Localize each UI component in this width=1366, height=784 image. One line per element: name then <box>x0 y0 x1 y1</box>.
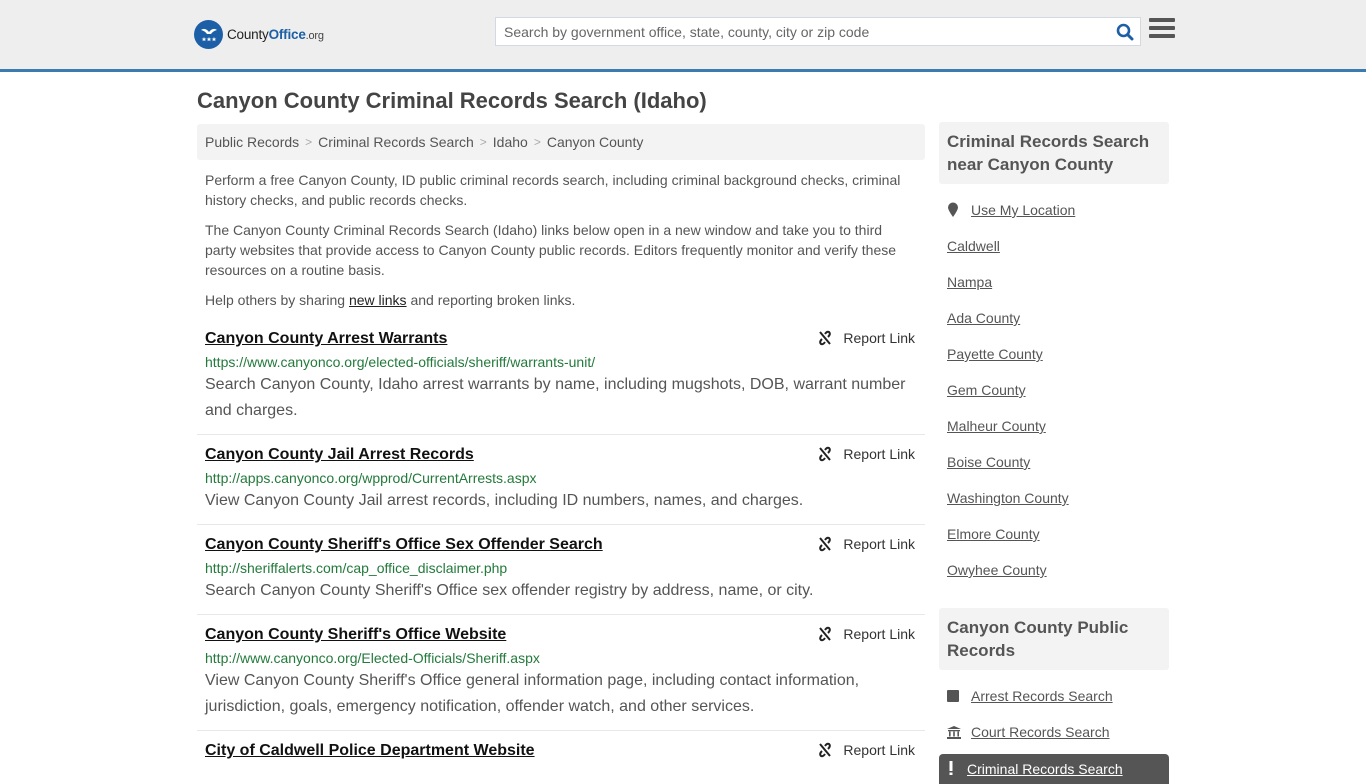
result-title-link[interactable]: Canyon County Sheriff's Office Website <box>205 624 506 646</box>
report-link-button[interactable]: Report Link <box>817 330 915 346</box>
nearby-link-elmore-county[interactable]: Elmore County <box>947 526 1040 542</box>
intro-text: Perform a free Canyon County, ID public … <box>197 170 925 310</box>
result-description: Search Canyon County Sheriff's Office se… <box>205 582 814 599</box>
nearby-item: Gem County <box>947 372 1161 408</box>
arrest-records-search-link[interactable]: Arrest Records Search <box>971 688 1113 704</box>
site-header: CountyOffice.org <box>0 0 1366 72</box>
square-icon <box>947 690 963 702</box>
nearby-link-ada-county[interactable]: Ada County <box>947 310 1020 326</box>
result-title-link[interactable]: Canyon County Arrest Warrants <box>205 328 447 350</box>
result-url: http://sheriffalerts.com/cap_office_disc… <box>205 560 508 576</box>
court-records-search-link[interactable]: Court Records Search <box>971 724 1110 740</box>
nearby-item: Nampa <box>947 264 1161 300</box>
result-title-link[interactable]: Canyon County Sheriff's Office Sex Offen… <box>205 534 603 556</box>
courthouse-icon <box>947 725 963 739</box>
broken-link-icon <box>819 626 832 642</box>
result-url: https://www.canyonco.org/elected-officia… <box>205 354 596 370</box>
nearby-item: Caldwell <box>947 228 1161 264</box>
breadcrumb: Public Records > Criminal Records Search… <box>197 124 925 160</box>
criminal-records-search-active-item[interactable]: Criminal Records Search <box>939 754 1169 784</box>
report-link-button[interactable]: Report Link <box>817 742 915 758</box>
hamburger-menu-icon[interactable] <box>1149 18 1175 42</box>
nearby-link-caldwell[interactable]: Caldwell <box>947 238 1000 254</box>
criminal-records-search-link[interactable]: Criminal Records Search <box>967 761 1123 777</box>
nearby-item: Owyhee County <box>947 552 1161 588</box>
nearby-link-payette-county[interactable]: Payette County <box>947 346 1043 362</box>
nearby-heading: Criminal Records Search near Canyon Coun… <box>939 122 1169 184</box>
nearby-link-owyhee-county[interactable]: Owyhee County <box>947 562 1047 578</box>
result-item: Canyon County Jail Arrest Records Report… <box>197 444 925 525</box>
intro-paragraph-3: Help others by sharing new links and rep… <box>205 292 576 308</box>
nearby-link-washington-county[interactable]: Washington County <box>947 490 1069 506</box>
page-title: Canyon County Criminal Records Search (I… <box>197 88 707 113</box>
search-button[interactable] <box>1110 18 1140 45</box>
result-title-link[interactable]: City of Caldwell Police Department Websi… <box>205 740 535 762</box>
nearby-link-malheur-county[interactable]: Malheur County <box>947 418 1046 434</box>
intro-paragraph-1: Perform a free Canyon County, ID public … <box>205 172 901 208</box>
breadcrumb-canyon-county[interactable]: Canyon County <box>547 134 644 150</box>
report-link-button[interactable]: Report Link <box>817 626 915 642</box>
nearby-link-nampa[interactable]: Nampa <box>947 274 992 290</box>
result-url: http://apps.canyonco.org/wpprod/CurrentA… <box>205 470 537 486</box>
public-record-item: Court Records Search <box>947 714 1161 750</box>
result-item: Canyon County Sheriff's Office Sex Offen… <box>197 534 925 615</box>
breadcrumb-separator: > <box>305 135 313 149</box>
intro-paragraph-2: The Canyon County Criminal Records Searc… <box>205 222 897 278</box>
map-pin-icon <box>947 202 963 218</box>
nearby-list: Use My Location Caldwell Nampa Ada Count… <box>939 184 1169 588</box>
broken-link-icon <box>819 536 832 552</box>
public-records-heading: Canyon County Public Records <box>939 608 1169 670</box>
search-icon <box>1116 23 1134 40</box>
nearby-link-gem-county[interactable]: Gem County <box>947 382 1026 398</box>
result-item: Canyon County Sheriff's Office Website R… <box>197 624 925 731</box>
sidebar: Criminal Records Search near Canyon Coun… <box>939 122 1169 784</box>
nearby-link-boise-county[interactable]: Boise County <box>947 454 1030 470</box>
public-records-list: Arrest Records Search Court Records Sear… <box>939 670 1169 750</box>
nearby-item: Payette County <box>947 336 1161 372</box>
new-links-link[interactable]: new links <box>349 292 407 308</box>
result-description: View Canyon County Jail arrest records, … <box>205 492 804 509</box>
breadcrumb-idaho[interactable]: Idaho <box>493 134 528 150</box>
nearby-item: Ada County <box>947 300 1161 336</box>
result-description: View Canyon County Sheriff's Office gene… <box>205 672 860 715</box>
results-list: Canyon County Arrest Warrants Report Lin… <box>197 328 925 772</box>
logo-text: CountyOffice.org <box>227 27 324 42</box>
nearby-item: Elmore County <box>947 516 1161 552</box>
use-my-location-link[interactable]: Use My Location <box>971 202 1075 218</box>
main-content: Public Records > Criminal Records Search… <box>197 124 925 781</box>
nearby-item: Malheur County <box>947 408 1161 444</box>
use-my-location-item: Use My Location <box>947 192 1161 228</box>
result-description: Search Canyon County, Idaho arrest warra… <box>205 376 906 419</box>
report-link-button[interactable]: Report Link <box>817 536 915 552</box>
site-logo[interactable]: CountyOffice.org <box>194 20 324 49</box>
breadcrumb-separator: > <box>479 135 487 149</box>
result-url: http://www.canyonco.org/Elected-Official… <box>205 650 540 666</box>
broken-link-icon <box>819 330 832 346</box>
result-item: City of Caldwell Police Department Websi… <box>197 740 925 772</box>
public-record-item: Arrest Records Search <box>947 678 1161 714</box>
breadcrumb-public-records[interactable]: Public Records <box>205 134 299 150</box>
exclamation-icon <box>949 760 953 778</box>
nearby-item: Boise County <box>947 444 1161 480</box>
breadcrumb-separator: > <box>533 135 541 149</box>
report-link-button[interactable]: Report Link <box>817 446 915 462</box>
broken-link-icon <box>819 446 832 462</box>
result-item: Canyon County Arrest Warrants Report Lin… <box>197 328 925 435</box>
breadcrumb-criminal-records-search[interactable]: Criminal Records Search <box>318 134 474 150</box>
search-input[interactable] <box>496 18 1110 45</box>
broken-link-icon <box>819 742 832 758</box>
search-box <box>495 17 1141 46</box>
eagle-logo-icon <box>194 20 223 49</box>
result-title-link[interactable]: Canyon County Jail Arrest Records <box>205 444 474 466</box>
nearby-item: Washington County <box>947 480 1161 516</box>
